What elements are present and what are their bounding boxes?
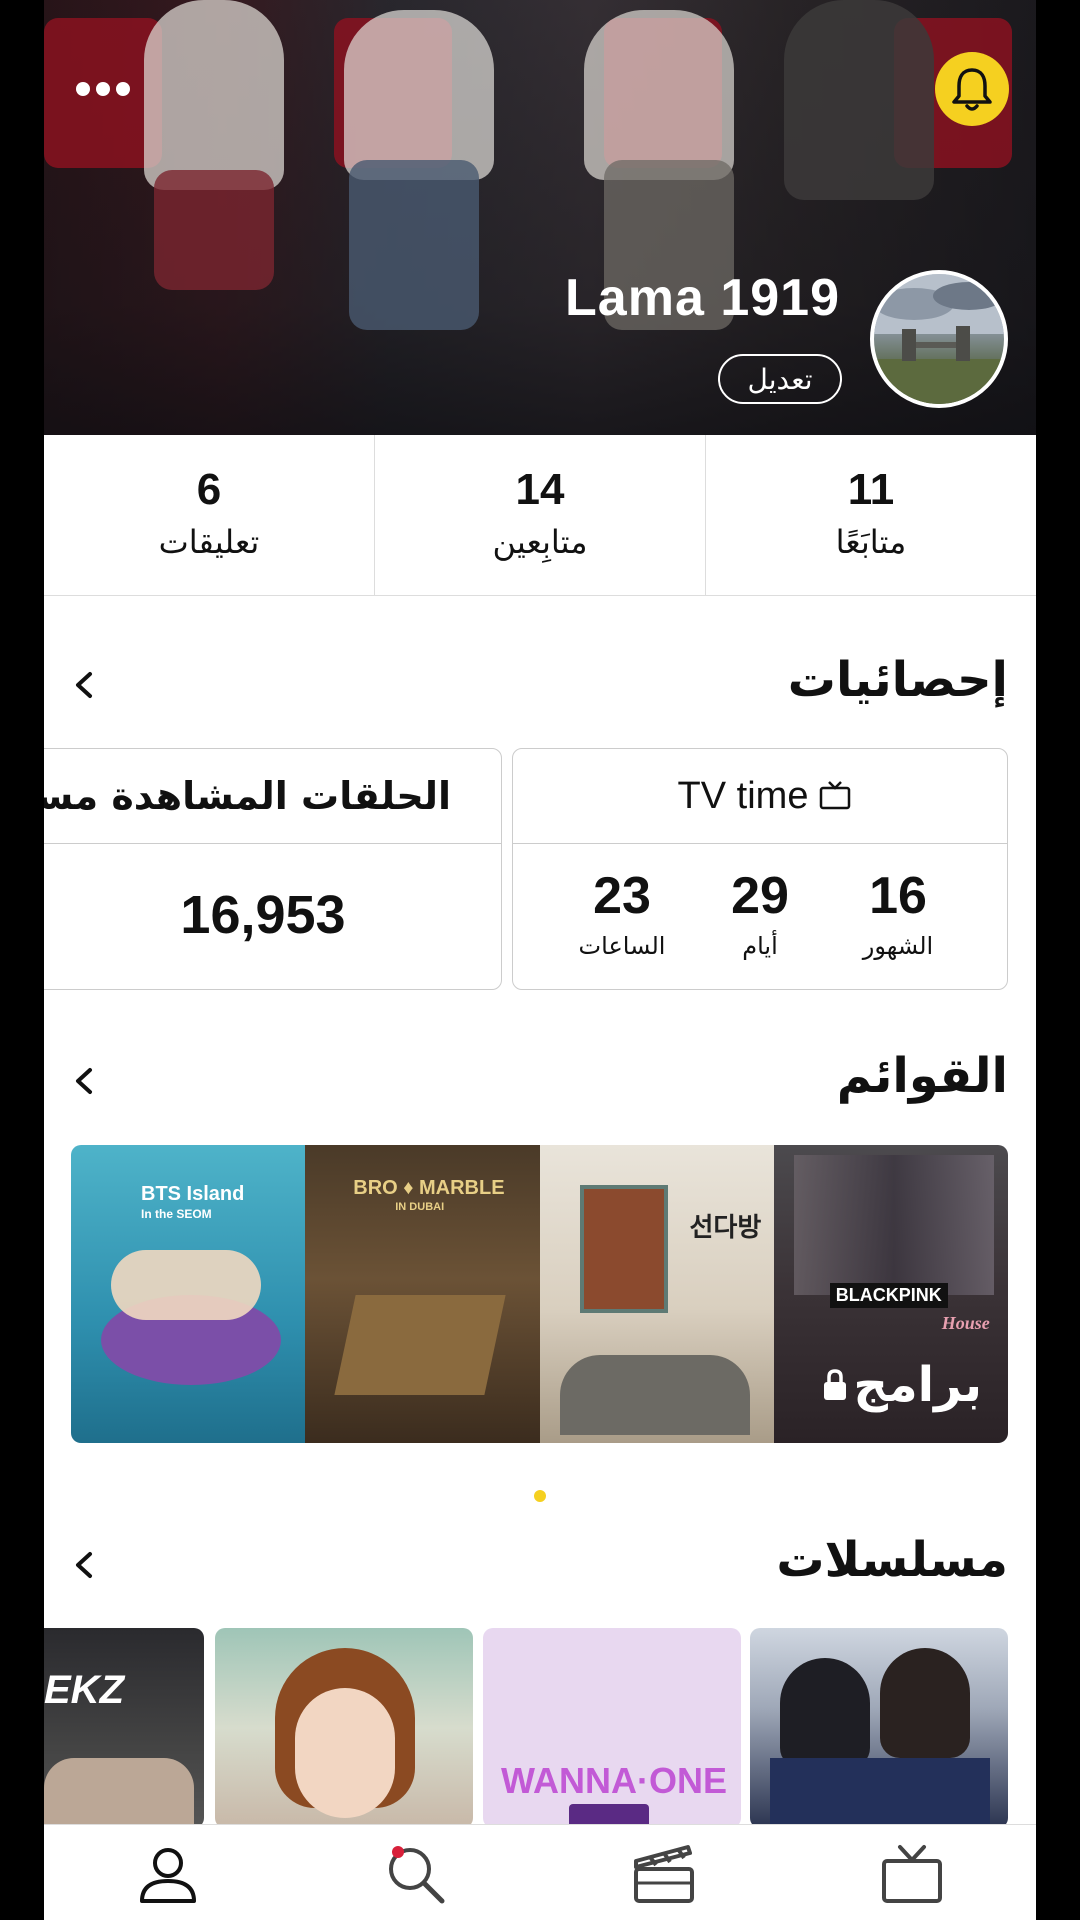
tv-icon [820, 781, 851, 810]
nav-tv[interactable] [788, 1825, 1036, 1920]
list-label: برامج [853, 1357, 982, 1413]
nav-search[interactable] [292, 1825, 540, 1920]
statistics-chevron-icon[interactable] [68, 668, 102, 702]
bell-icon [952, 68, 992, 111]
followers-count: 14 [515, 465, 565, 514]
poster-art [111, 1250, 261, 1320]
series-thumb[interactable] [750, 1628, 1008, 1828]
series-thumb-art [770, 1758, 990, 1828]
months-value: 16 [869, 867, 927, 925]
app-screen: Lama 1919 تعديل 6 تعليقات 14 متابِعين 11 [44, 0, 1036, 1920]
bottom-nav [44, 1824, 1036, 1920]
cover-figure [784, 0, 934, 200]
hours-label: الساعات [578, 932, 666, 960]
comments-label: تعليقات [158, 523, 260, 561]
list-banner[interactable]: BTS Island In the SEOM BRO ♦ MARBLE IN D… [71, 1145, 1008, 1443]
series-thumb-title: EKZ [44, 1668, 124, 1712]
poster-title: BLACKPINK [829, 1283, 948, 1308]
statistics-title: إحصائيات [787, 652, 1008, 708]
series-thumb[interactable]: WANNA·ONE [483, 1628, 741, 1828]
series-title: مسلسلات [776, 1532, 1008, 1588]
followers-stat[interactable]: 14 متابِعين [375, 435, 706, 595]
series-thumb-art [44, 1758, 194, 1828]
profile-stats: 6 تعليقات 14 متابِعين 11 متابَعًا [44, 435, 1036, 596]
more-dot-icon [96, 82, 110, 96]
clapperboard-icon [634, 1845, 694, 1903]
list-name: برامج [821, 1357, 982, 1413]
episodes-card-header: الحلقات المشاهدة مسبقًا [44, 749, 501, 844]
list-poster: 선다방 [539, 1145, 774, 1443]
cover-figure [349, 160, 479, 330]
comments-stat[interactable]: 6 تعليقات [44, 435, 375, 595]
carousel-page-indicator [534, 1490, 546, 1502]
poster-art [559, 1355, 750, 1435]
cover-figure [344, 10, 494, 180]
more-dot-icon [116, 82, 130, 96]
avatar-image [874, 274, 1004, 404]
cover-figure [584, 10, 734, 180]
lock-icon [824, 1369, 847, 1400]
series-thumb-art [780, 1658, 870, 1768]
tv-time-hours: 23 الساعات [567, 844, 677, 960]
poster-art [793, 1155, 994, 1295]
series-thumb[interactable] [215, 1628, 473, 1828]
episodes-title: الحلقات المشاهدة مسبقًا [44, 774, 451, 818]
poster-subtitle: IN DUBAI [395, 1201, 445, 1213]
poster-art [334, 1295, 506, 1395]
edit-profile-button[interactable]: تعديل [718, 354, 842, 404]
poster-title: BRO ♦ MARBLE [353, 1177, 505, 1199]
tv-icon [882, 1845, 942, 1903]
tv-time-card-header: TV time [513, 749, 1007, 844]
list-poster: BRO ♦ MARBLE IN DUBAI [305, 1145, 540, 1443]
profile-cover: Lama 1919 تعديل [44, 0, 1036, 435]
lists-chevron-icon[interactable] [68, 1064, 102, 1098]
tv-time-values: 23 الساعات 29 أيام 16 الشهور [513, 844, 1007, 960]
months-label: الشهور [862, 932, 934, 960]
more-options-button[interactable] [68, 62, 138, 112]
following-count: 11 [847, 465, 895, 514]
cover-figure [154, 170, 274, 290]
tv-time-months: 16 الشهور [843, 844, 953, 960]
series-thumb-art [880, 1648, 970, 1758]
notifications-button[interactable] [935, 52, 1009, 126]
search-icon [389, 1846, 445, 1904]
followers-label: متابِعين [492, 523, 588, 561]
cover-figure [144, 0, 284, 190]
following-stat[interactable]: 11 متابَعًا [706, 435, 1036, 595]
days-value: 29 [731, 867, 789, 925]
poster-title: BTS Island [141, 1183, 245, 1205]
nav-movies[interactable] [540, 1825, 788, 1920]
avatar[interactable] [870, 270, 1008, 408]
lists-title: القوائم [836, 1048, 1008, 1104]
more-dot-icon [76, 82, 90, 96]
following-label: متابَعًا [835, 523, 907, 561]
tv-time-title: TV time [677, 774, 809, 817]
comments-count: 6 [196, 465, 222, 514]
profile-username: Lama 1919 [565, 269, 840, 327]
series-thumb-art [295, 1688, 395, 1818]
profile-icon [140, 1848, 196, 1903]
poster-subtitle: House [941, 1313, 990, 1333]
series-chevron-icon[interactable] [68, 1548, 102, 1582]
poster-art [579, 1185, 668, 1313]
series-thumb[interactable]: EKZ [44, 1628, 204, 1828]
episodes-watched-card[interactable]: الحلقات المشاهدة مسبقًا 16,953 [44, 748, 502, 990]
tv-time-card[interactable]: TV time 23 الساعات 29 أيام 16 الشهور [512, 748, 1008, 990]
poster-subtitle: In the SEOM [141, 1207, 212, 1221]
episodes-count: 16,953 [180, 885, 346, 945]
series-thumb-title: WANNA·ONE [501, 1760, 727, 1801]
hours-value: 23 [593, 867, 651, 925]
list-poster: BTS Island In the SEOM [71, 1145, 306, 1443]
tv-time-days: 29 أيام [705, 844, 815, 960]
days-label: أيام [742, 932, 778, 960]
poster-title: 선다방 [689, 1213, 762, 1243]
nav-profile[interactable] [44, 1825, 292, 1920]
